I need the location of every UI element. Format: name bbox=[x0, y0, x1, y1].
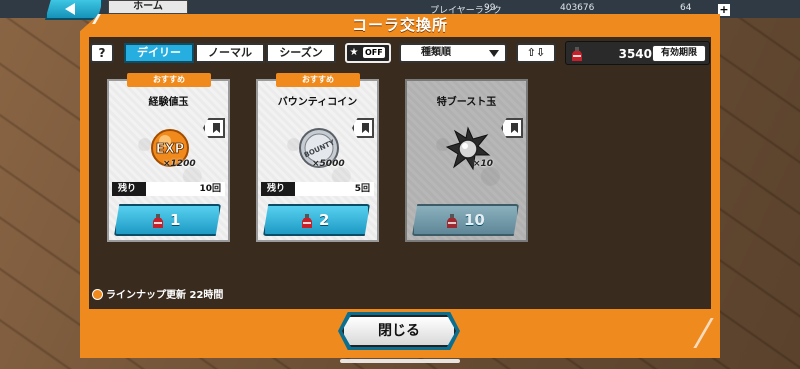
clock-icon bbox=[92, 289, 103, 300]
dialog-title: コーラ交換所 bbox=[351, 16, 448, 34]
sort-select-value: 種類順 bbox=[421, 47, 451, 58]
close-button[interactable]: 閉じる bbox=[342, 315, 456, 347]
bookmark-icon bbox=[213, 123, 220, 133]
star-icon: ★ bbox=[349, 47, 359, 58]
back-arrow-icon bbox=[65, 3, 75, 15]
item-card[interactable]: おすすめ バウンティコイン BOUNTY ×5000 残り 5回 2 bbox=[256, 73, 379, 242]
cola-bottle-icon bbox=[572, 47, 582, 61]
item-quantity: ×10 bbox=[473, 159, 494, 169]
filter-bar: ? デイリー ノーマル シーズン ★ OFF 種類順 ⇧⇩ 3540 有効期限 bbox=[90, 41, 710, 65]
tab-daily[interactable]: デイリー bbox=[124, 43, 194, 63]
lineup-refresh-text: ラインナップ更新 22時間 bbox=[106, 290, 224, 301]
exchange-button[interactable]: 2 bbox=[263, 204, 370, 236]
item-card[interactable]: おすすめ 経験値玉 EXP ×1200 残り 10回 1 bbox=[107, 73, 230, 242]
cola-currency-display: 3540 有効期限 bbox=[565, 41, 710, 65]
help-button[interactable]: ? bbox=[90, 43, 114, 63]
home-indicator bbox=[340, 359, 460, 363]
cola-bottle-icon bbox=[302, 214, 312, 228]
bookmark-icon bbox=[362, 123, 369, 133]
remaining-row: 残り 10回 bbox=[112, 182, 225, 196]
item-quantity: ×5000 bbox=[312, 159, 345, 169]
lineup-refresh-timer: ラインナップ更新 22時間 bbox=[92, 289, 223, 303]
item-name: バウンティコイン bbox=[277, 97, 358, 108]
remaining-label: 残り bbox=[267, 184, 286, 194]
gems-value: 64 bbox=[680, 3, 692, 13]
cola-bottle-icon bbox=[153, 214, 163, 228]
home-button[interactable]: ホーム bbox=[108, 0, 188, 14]
coins-value: 403676 bbox=[560, 3, 595, 13]
cola-amount: 3540 bbox=[618, 47, 652, 61]
chevron-down-icon bbox=[489, 50, 499, 57]
remaining-value: 5回 bbox=[354, 184, 370, 194]
sort-order-button[interactable]: ⇧⇩ bbox=[516, 43, 556, 63]
tab-season[interactable]: シーズン bbox=[266, 43, 336, 63]
remaining-value: 10回 bbox=[199, 184, 221, 194]
exchange-price: 10 bbox=[464, 211, 485, 229]
back-button[interactable] bbox=[45, 0, 103, 20]
favorite-filter-toggle[interactable]: ★ OFF bbox=[345, 43, 391, 63]
remaining-label: 残り bbox=[118, 184, 137, 194]
svg-text:EXP: EXP bbox=[156, 142, 184, 157]
recommended-badge: おすすめ bbox=[276, 73, 360, 87]
item-name: 経験値玉 bbox=[148, 97, 189, 108]
item-name: 特ブースト玉 bbox=[436, 97, 497, 108]
recommended-badge: おすすめ bbox=[127, 73, 211, 87]
tab-normal[interactable]: ノーマル bbox=[195, 43, 265, 63]
cola-bottle-icon bbox=[447, 214, 457, 228]
exchange-button[interactable]: 1 bbox=[114, 204, 221, 236]
item-quantity: ×1200 bbox=[163, 159, 196, 169]
sort-select[interactable]: 種類順 bbox=[399, 43, 507, 63]
exchange-button-disabled[interactable]: 10 bbox=[412, 204, 519, 236]
exchange-price: 2 bbox=[319, 211, 330, 229]
exchange-price: 1 bbox=[170, 211, 181, 229]
bookmark-icon bbox=[511, 123, 518, 133]
favorite-toggle-state: OFF bbox=[363, 47, 385, 58]
item-card[interactable]: 特ブースト玉 ×10 10 bbox=[405, 79, 528, 242]
expiry-button[interactable]: 有効期限 bbox=[652, 45, 706, 62]
player-rank-value: 99 bbox=[484, 3, 496, 13]
remaining-row: 残り 5回 bbox=[261, 182, 374, 196]
